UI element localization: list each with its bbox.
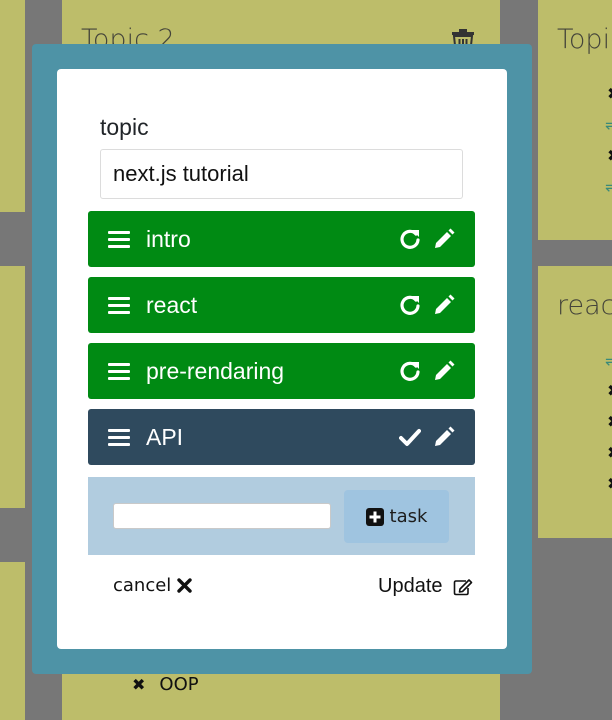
close-icon: ✖ — [607, 146, 612, 165]
plus-square-icon — [365, 507, 384, 526]
add-task-label: task — [389, 506, 428, 527]
topic-card: Topic ✖ ⇌ ✖ ⇌ — [538, 0, 612, 240]
close-icon: ✖ — [607, 474, 612, 493]
pencil-icon[interactable] — [433, 294, 455, 316]
task-row[interactable]: intro — [88, 211, 475, 267]
redo-icon[interactable] — [399, 294, 421, 316]
topic-card: react ⇌ ✖ ✖ ✖ ✖ — [538, 266, 612, 538]
close-icon: ✖ — [607, 443, 612, 462]
pencil-icon[interactable] — [433, 228, 455, 250]
task-row[interactable]: pre-rendaring — [88, 343, 475, 399]
check-icon: ⇌ — [605, 177, 612, 196]
new-task-input[interactable] — [113, 503, 331, 529]
task-label: react — [146, 291, 198, 318]
cancel-button[interactable]: cancel — [113, 575, 193, 596]
task-row[interactable]: react — [88, 277, 475, 333]
topic-input[interactable]: next.js tutorial — [100, 149, 463, 199]
check-icon[interactable] — [399, 426, 421, 448]
list-item-label: OOP — [159, 674, 199, 695]
update-button[interactable]: Update — [378, 575, 473, 598]
cancel-label: cancel — [113, 575, 172, 596]
add-task-button[interactable]: task — [344, 490, 449, 543]
drag-handle-icon[interactable] — [108, 362, 130, 380]
list-item[interactable]: ✖ OOP — [132, 674, 199, 695]
board-column-left-edge — [0, 0, 25, 212]
redo-icon[interactable] — [399, 360, 421, 382]
card-title: react — [557, 290, 612, 321]
close-icon: ✖ — [607, 84, 612, 103]
task-label: pre-rendaring — [146, 357, 285, 384]
drag-handle-icon[interactable] — [108, 428, 130, 446]
pencil-icon[interactable] — [433, 426, 455, 448]
edit-icon — [453, 578, 472, 595]
drag-handle-icon[interactable] — [108, 296, 130, 314]
task-row[interactable]: API — [88, 409, 475, 465]
check-icon: ⇌ — [605, 351, 612, 370]
close-icon: ✖ — [132, 675, 146, 694]
update-label: Update — [378, 575, 443, 597]
topic-label: topic — [100, 114, 149, 140]
check-icon: ⇌ — [605, 115, 612, 134]
close-icon: ✖ — [607, 412, 612, 431]
close-icon: ✖ — [607, 381, 612, 400]
close-icon — [177, 578, 193, 593]
drag-handle-icon[interactable] — [108, 230, 130, 248]
card-title: Topic — [557, 24, 612, 55]
edit-topic-modal: topic next.js tutorial intro react pre-r… — [57, 69, 507, 649]
task-label: API — [146, 423, 184, 450]
redo-icon[interactable] — [399, 228, 421, 250]
task-label: intro — [146, 225, 191, 252]
pencil-icon[interactable] — [433, 360, 455, 382]
add-task-bar: task — [88, 477, 475, 555]
board-column-left-edge — [0, 266, 25, 508]
board-column-left-edge — [0, 562, 25, 720]
